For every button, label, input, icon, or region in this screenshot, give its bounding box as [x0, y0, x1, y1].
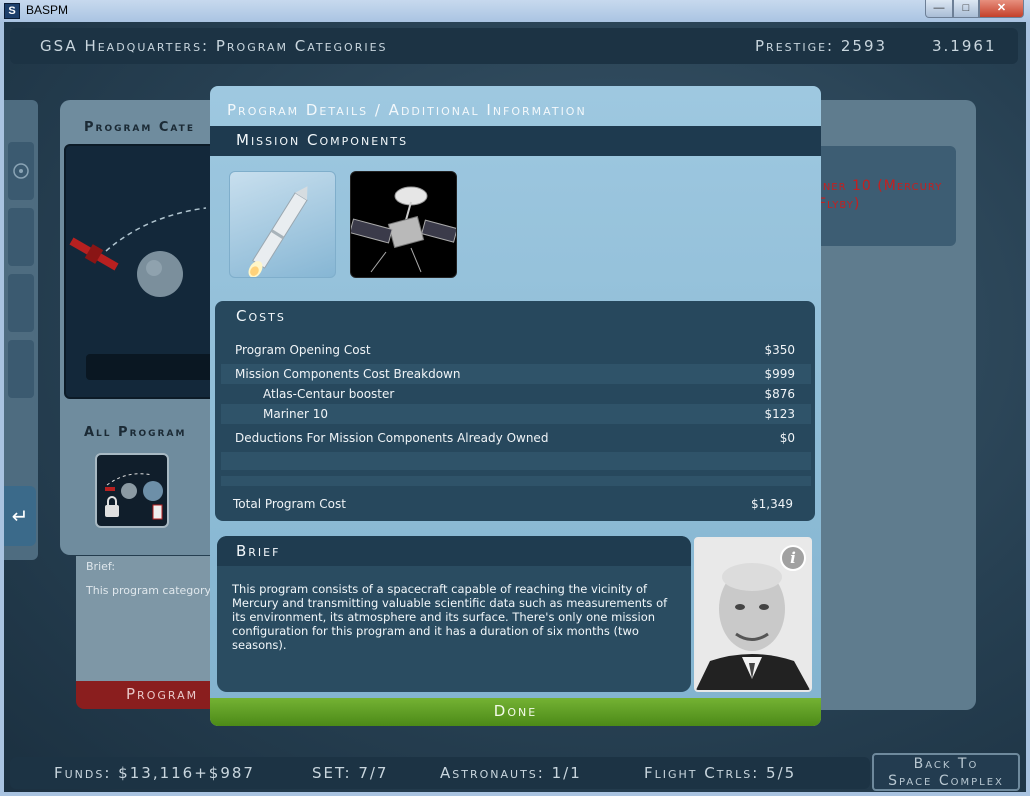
lock-icon	[105, 505, 119, 517]
page-title: GSA Headquarters: Program Categories	[40, 37, 388, 55]
cost-row-label: Mission Components Cost Breakdown	[235, 367, 461, 381]
side-tab-2[interactable]	[8, 208, 34, 266]
costs-panel: Costs Program Opening Cost $350 Mission …	[215, 301, 815, 521]
cost-row-value: $999	[764, 367, 795, 381]
side-tab-3[interactable]	[8, 274, 34, 332]
back-button-line2: Space Complex	[888, 773, 1004, 789]
return-button[interactable]: ↵	[4, 486, 36, 546]
background-brief-text: This program category Mercury by sending…	[86, 584, 216, 597]
side-tab-1[interactable]	[8, 142, 34, 200]
cost-spacer	[221, 452, 811, 470]
cost-row: Mariner 10 $123	[221, 404, 811, 424]
cost-row-label: Mariner 10	[263, 407, 328, 421]
app-icon: S	[4, 3, 20, 19]
version-label: 3.1961	[932, 37, 997, 55]
cost-row-value: $876	[764, 387, 795, 401]
background-brief: Brief: This program category Mercury by …	[76, 556, 216, 686]
cost-row: Deductions For Mission Components Alread…	[221, 428, 811, 448]
atlas-centaur-component[interactable]	[229, 171, 336, 278]
brief-panel: Brief This program consists of a spacecr…	[217, 536, 691, 692]
program-selection-panel: Mariner 10 (Mercury Flyby)	[790, 100, 976, 710]
cost-row-label: Deductions For Mission Components Alread…	[235, 431, 549, 445]
header-bar: GSA Headquarters: Program Categories Pre…	[10, 28, 1018, 64]
close-button[interactable]: ✕	[979, 0, 1024, 18]
total-cost-value: $1,349	[751, 497, 793, 511]
mission-components-title: Mission Components	[236, 131, 409, 149]
program-unavailable-label: Program	[126, 685, 199, 703]
maximize-button[interactable]: □	[953, 0, 979, 18]
brief-text: This program consists of a spacecraft ca…	[232, 582, 668, 652]
cost-spacer	[221, 476, 811, 486]
window-title: BASPM	[26, 3, 69, 17]
costs-title: Costs	[236, 307, 286, 325]
cost-row: Program Opening Cost $350	[221, 340, 811, 360]
status-bar: Funds: $13,116+$987 SET: 7/7 Astronauts:…	[10, 757, 870, 789]
category-preview	[64, 144, 220, 399]
total-cost-label: Total Program Cost	[233, 497, 346, 511]
total-cost-row: Total Program Cost $1,349	[221, 494, 811, 514]
rocket-icon	[248, 186, 308, 277]
cost-row-label: Program Opening Cost	[235, 343, 371, 357]
minimize-button[interactable]: —	[925, 0, 953, 18]
cost-row-value: $123	[764, 407, 795, 421]
funds-value: Funds: $13,116+$987	[54, 764, 255, 782]
prestige-value: Prestige: 2593	[755, 37, 888, 55]
program-thumbnail-art	[105, 473, 163, 520]
flight-controllers-value: Flight Ctrls: 5/5	[644, 764, 797, 782]
selected-program-name-line2: Flyby)	[818, 196, 861, 212]
dialog-title: Program Details / Additional Information	[227, 101, 587, 119]
spacecraft-icon	[351, 186, 456, 273]
advisor-portrait: i	[694, 537, 812, 692]
back-button-line1: Back To	[913, 756, 979, 772]
all-programs-label: All Program	[84, 425, 187, 440]
window-titlebar: S BASPM — □ ✕	[0, 0, 1030, 22]
program-details-dialog: Program Details / Additional Information…	[210, 86, 821, 726]
program-thumbnail[interactable]	[95, 453, 169, 528]
astronauts-value: Astronauts: 1/1	[440, 764, 582, 782]
cost-row-value: $350	[764, 343, 795, 357]
cost-row-value: $0	[779, 431, 795, 445]
brief-header	[217, 536, 691, 566]
mercury-flyby-illustration	[69, 207, 218, 380]
satellite-icon	[13, 163, 29, 179]
info-icon[interactable]: i	[780, 545, 806, 571]
mariner-10-component[interactable]	[350, 171, 457, 278]
back-to-space-complex-button[interactable]: Back To Space Complex	[872, 753, 1020, 791]
program-categories-label: Program Cate	[84, 120, 195, 135]
cost-row: Mission Components Cost Breakdown $999	[221, 364, 811, 384]
return-arrow-icon: ↵	[11, 504, 29, 528]
program-categories-panel: Program Cate All Program	[60, 100, 220, 555]
set-value: SET: 7/7	[312, 764, 389, 782]
brief-title: Brief	[236, 542, 281, 560]
mission-components-header: Mission Components	[210, 126, 821, 156]
cost-row-label: Atlas-Centaur booster	[263, 387, 395, 401]
side-tab-4[interactable]	[8, 340, 34, 398]
cost-row: Atlas-Centaur booster $876	[221, 384, 811, 404]
program-unavailable-button[interactable]: Program	[76, 681, 216, 709]
background-brief-label: Brief:	[86, 560, 116, 573]
done-button[interactable]: Done	[210, 698, 821, 726]
